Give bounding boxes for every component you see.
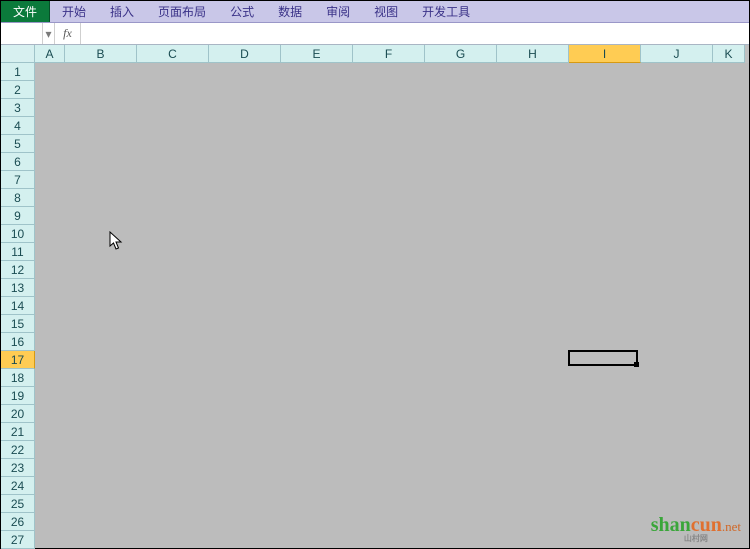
row-header-5[interactable]: 5: [1, 135, 35, 153]
row-header-17[interactable]: 17: [1, 351, 35, 369]
col-header-J[interactable]: J: [641, 45, 713, 63]
row-header-3[interactable]: 3: [1, 99, 35, 117]
row-header-13[interactable]: 13: [1, 279, 35, 297]
row-header-27[interactable]: 27: [1, 531, 35, 549]
row-header-9[interactable]: 9: [1, 207, 35, 225]
menu-item-0[interactable]: 开始: [50, 1, 98, 22]
row-header-14[interactable]: 14: [1, 297, 35, 315]
row-header-16[interactable]: 16: [1, 333, 35, 351]
row-header-19[interactable]: 19: [1, 387, 35, 405]
name-box-dropdown[interactable]: ▾: [43, 23, 55, 44]
row-header-7[interactable]: 7: [1, 171, 35, 189]
select-all-corner[interactable]: [1, 45, 35, 63]
col-header-A[interactable]: A: [35, 45, 65, 63]
col-header-I[interactable]: I: [569, 45, 641, 63]
row-header-20[interactable]: 20: [1, 405, 35, 423]
menu-bar: 文件 开始插入页面布局公式数据审阅视图开发工具: [1, 1, 749, 23]
row-header-1[interactable]: 1: [1, 63, 35, 81]
menu-item-5[interactable]: 审阅: [314, 1, 362, 22]
menu-item-4[interactable]: 数据: [266, 1, 314, 22]
menu-file[interactable]: 文件: [1, 1, 50, 22]
col-header-H[interactable]: H: [497, 45, 569, 63]
row-header-25[interactable]: 25: [1, 495, 35, 513]
row-header-21[interactable]: 21: [1, 423, 35, 441]
row-header-15[interactable]: 15: [1, 315, 35, 333]
row-header-2[interactable]: 2: [1, 81, 35, 99]
row-header-6[interactable]: 6: [1, 153, 35, 171]
col-header-D[interactable]: D: [209, 45, 281, 63]
active-cell: [568, 350, 638, 366]
row-header-24[interactable]: 24: [1, 477, 35, 495]
row-header-12[interactable]: 12: [1, 261, 35, 279]
col-header-C[interactable]: C: [137, 45, 209, 63]
menu-item-2[interactable]: 页面布局: [146, 1, 218, 22]
name-box[interactable]: [1, 23, 43, 44]
row-header-23[interactable]: 23: [1, 459, 35, 477]
row-header-8[interactable]: 8: [1, 189, 35, 207]
col-header-G[interactable]: G: [425, 45, 497, 63]
fill-handle[interactable]: [634, 362, 639, 367]
spreadsheet-grid[interactable]: ABCDEFGHIJK 1234567891011121314151617181…: [1, 45, 749, 548]
formula-bar: ▾ fx: [1, 23, 749, 45]
fx-label[interactable]: fx: [55, 23, 81, 44]
menu-item-1[interactable]: 插入: [98, 1, 146, 22]
row-header-26[interactable]: 26: [1, 513, 35, 531]
col-header-B[interactable]: B: [65, 45, 137, 63]
formula-input[interactable]: [81, 23, 749, 44]
col-header-F[interactable]: F: [353, 45, 425, 63]
row-header-18[interactable]: 18: [1, 369, 35, 387]
menu-item-7[interactable]: 开发工具: [410, 1, 482, 22]
menu-item-3[interactable]: 公式: [218, 1, 266, 22]
row-header-11[interactable]: 11: [1, 243, 35, 261]
row-header-22[interactable]: 22: [1, 441, 35, 459]
col-header-K[interactable]: K: [713, 45, 745, 63]
cells-area[interactable]: [35, 63, 749, 548]
menu-item-6[interactable]: 视图: [362, 1, 410, 22]
row-header-10[interactable]: 10: [1, 225, 35, 243]
row-header-4[interactable]: 4: [1, 117, 35, 135]
col-header-E[interactable]: E: [281, 45, 353, 63]
